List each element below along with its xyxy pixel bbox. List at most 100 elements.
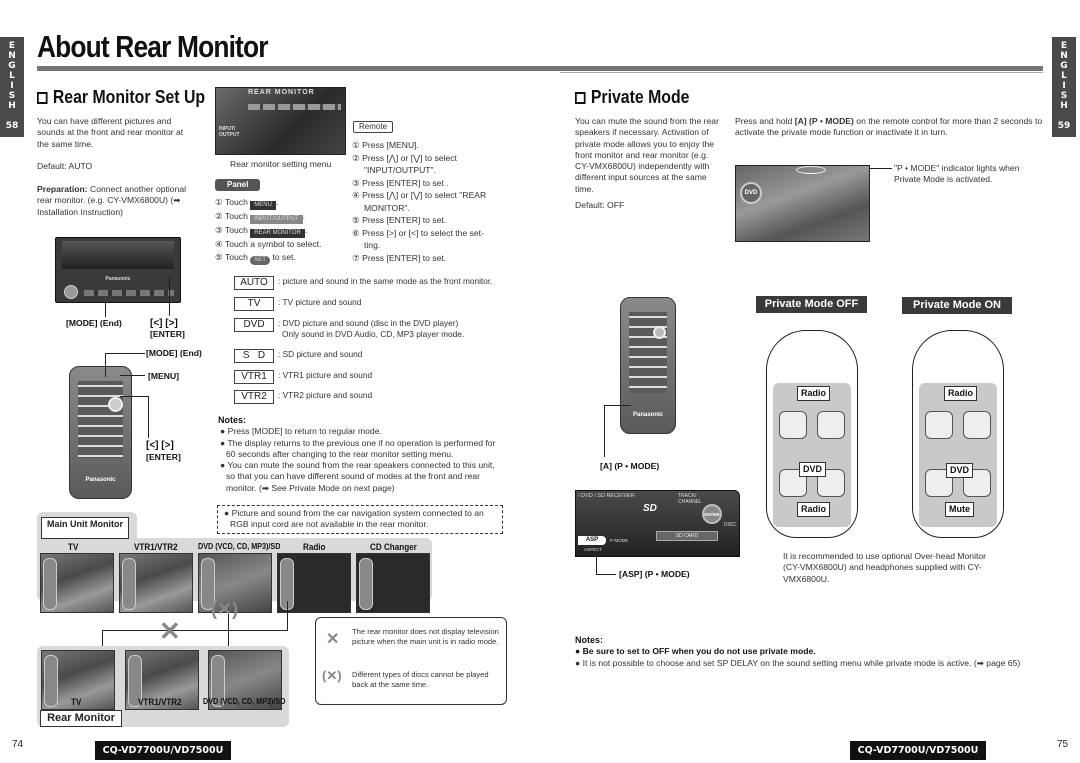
callout-a-pmode: [A] (P • MODE) bbox=[600, 461, 660, 471]
mode-row-tv: TV: TV picture and sound bbox=[234, 297, 361, 311]
mode-key: VTR2 bbox=[234, 390, 274, 404]
page-tab-number: 58 bbox=[5, 121, 19, 131]
paren-cross-mark-icon: (✕) bbox=[322, 668, 342, 683]
mode-desc: : VTR1 picture and sound bbox=[278, 370, 373, 380]
connector-line bbox=[102, 630, 288, 631]
main-cd-changer-screenshot bbox=[356, 553, 430, 613]
note-item: ● You can mute the sound from the rear s… bbox=[220, 460, 495, 493]
main-unit-buttons bbox=[84, 290, 174, 296]
remote-step: ② Press [⋀] or [⋁] to select "INPUT/OUTPU… bbox=[352, 152, 457, 176]
page-title: About Rear Monitor bbox=[37, 29, 268, 64]
callout-remote-menu: [MENU] bbox=[148, 371, 180, 381]
remote-keys bbox=[78, 381, 123, 458]
remote-step: ⑤ Press [ENTER] to set. bbox=[352, 215, 447, 225]
checkbox-bullet-icon bbox=[575, 92, 586, 104]
callout-line bbox=[105, 353, 145, 354]
asp-button: ASP bbox=[578, 536, 606, 545]
mode-key: AUTO bbox=[234, 276, 274, 290]
checkbox-bullet-icon bbox=[37, 92, 48, 104]
remote-step: ⑥ Press [>] or [<] to select the set-tin… bbox=[352, 227, 484, 251]
panel-step: ① Touch MENU. bbox=[215, 197, 279, 210]
menu-screen-side-label: INPUT/ OUTPUT bbox=[219, 126, 240, 138]
callout-line bbox=[169, 276, 170, 316]
mode-row-vtr2: VTR2 : VTR2 picture and sound bbox=[234, 390, 372, 404]
set-chip: SET bbox=[250, 255, 270, 265]
mode-key: VTR1 bbox=[234, 370, 274, 384]
mode-desc: : TV picture and sound bbox=[278, 297, 362, 307]
main-col-vtr: VTR1/VTR2 bbox=[134, 542, 178, 552]
remote-keys bbox=[629, 312, 667, 393]
cross-mark-icon: ✕ bbox=[159, 616, 181, 646]
sd-card-slot: SD CARD bbox=[656, 531, 718, 541]
dvd-screen-screenshot: DVD bbox=[735, 165, 870, 242]
rear-screen-tag: DVD bbox=[946, 463, 974, 479]
mode-desc: : DVD picture and sound (disc in the DVD… bbox=[278, 318, 465, 339]
enter-button-icon: ENTER bbox=[702, 504, 722, 524]
callout-remote-mode: [MODE] (End) bbox=[146, 348, 202, 358]
remote-step: ① Press [MENU]. bbox=[352, 140, 419, 150]
rear-monitor-label: Rear Monitor bbox=[40, 710, 122, 727]
callout-unit-mode: [MODE] (End) bbox=[66, 318, 122, 328]
rear-col-vtr: VTR1/VTR2 bbox=[138, 697, 182, 707]
private-mode-off-label: Private Mode OFF bbox=[756, 296, 867, 313]
front-source-tag: Radio bbox=[797, 386, 831, 402]
mode-row-vtr1: VTR1 : VTR1 picture and sound bbox=[234, 370, 372, 384]
remote-label: Remote bbox=[353, 121, 394, 133]
front-source-tag: Radio bbox=[944, 386, 978, 402]
rear-col-tv: TV bbox=[71, 697, 82, 707]
mode-desc: : VTR2 picture and sound bbox=[278, 390, 373, 400]
track-channel-label: TRACK/ CHANNEL bbox=[678, 493, 702, 505]
remote-step: ③ Press [ENTER] to set . bbox=[352, 177, 449, 188]
private-intro: You can mute the sound from the rear spe… bbox=[575, 116, 719, 194]
page-tab-number: 59 bbox=[1057, 121, 1071, 131]
callout-unit-enter: [ENTER] bbox=[150, 329, 185, 339]
intro-text: You can have different pictures and soun… bbox=[37, 116, 184, 149]
page-number-right: 75 bbox=[1057, 739, 1069, 750]
mode-row-auto: AUTO: picture and sound in the same mode… bbox=[234, 276, 492, 290]
section-title-rear-monitor: Rear Monitor Set Up bbox=[37, 86, 205, 109]
page-number-left: 74 bbox=[12, 739, 24, 750]
private-default: Default: OFF bbox=[575, 200, 625, 210]
panel-step: ⑤ Touch SET to set. bbox=[215, 251, 296, 265]
default-text: Default: AUTO bbox=[37, 161, 93, 171]
note-item: ● Press [MODE] to return to regular mode… bbox=[220, 426, 382, 437]
joystick-icon bbox=[108, 397, 123, 412]
legend-box: ✕ The rear monitor does not display tele… bbox=[315, 617, 507, 705]
callout-remote-arrows: [<] [>] bbox=[146, 440, 174, 451]
private-instruction: Press and hold [A] (P • MODE) on the rem… bbox=[735, 116, 1043, 138]
menu-screen-options bbox=[248, 104, 341, 110]
callout-line bbox=[105, 353, 106, 377]
seat-icon bbox=[817, 411, 845, 439]
rear-col-dvd: DVD (VCD, CD, MP3)/SD bbox=[203, 697, 286, 706]
menu-caption: Rear monitor setting menu bbox=[230, 159, 332, 169]
rear-monitor-menu-screenshot: REAR MONITOR INPUT/ OUTPUT bbox=[215, 87, 346, 155]
remote-step: ⑦ Press [ENTER] to set. bbox=[352, 252, 447, 263]
main-unit-label: Main Unit Monitor bbox=[41, 517, 129, 539]
title-rule bbox=[37, 66, 1043, 71]
callout-line bbox=[596, 556, 597, 574]
seat-icon bbox=[779, 411, 807, 439]
input-output-chip: INPUT/OUTPUT bbox=[250, 215, 303, 224]
mode-desc: : SD picture and sound bbox=[278, 349, 363, 359]
panel-step: ② Touch INPUT/OUTPUT. bbox=[215, 211, 306, 224]
main-col-dvd: DVD (VCD, CD, MP3)/SD bbox=[198, 542, 281, 551]
remote-control-image: Panasonic bbox=[620, 297, 676, 434]
panel-steps: ① Touch MENU. ② Touch INPUT/OUTPUT. ③ To… bbox=[215, 196, 321, 265]
rear-monitor-chip: REAR MONITOR bbox=[250, 229, 305, 238]
dvd-disc-icon: DVD bbox=[740, 182, 762, 204]
pmode-indicator-highlight bbox=[796, 166, 826, 174]
mode-row-sd: S D: SD picture and sound bbox=[234, 349, 362, 363]
legend-text: The rear monitor does not display televi… bbox=[352, 627, 499, 646]
callout-line bbox=[604, 405, 631, 406]
main-col-radio: Radio bbox=[303, 542, 326, 552]
model-footer-right: CQ-VD7700U/VD7500U bbox=[850, 741, 986, 760]
remote-control-image: Panasonic bbox=[69, 366, 132, 499]
disc-label: DISC bbox=[724, 522, 736, 528]
main-col-tv: TV bbox=[68, 542, 79, 552]
title-rule-thin bbox=[560, 72, 1043, 73]
callout-asp-pmode: [ASP] (P • MODE) bbox=[619, 569, 690, 579]
mode-row-dvd: DVD: DVD picture and sound (disc in the … bbox=[234, 318, 464, 340]
remote-brand: Panasonic bbox=[632, 411, 663, 418]
main-unit-brand: Panasonic bbox=[105, 276, 131, 282]
note-item: ● Be sure to set to OFF when you do not … bbox=[575, 646, 816, 657]
